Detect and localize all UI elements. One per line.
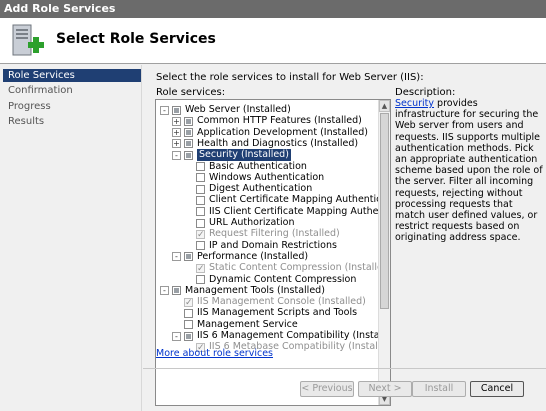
tree-item[interactable]: Static Content Compression (Installed) xyxy=(184,262,391,275)
role-services-tree[interactable]: - Web Server (Installed) + Common HTTP Feat… xyxy=(155,99,391,406)
more-about-role-services-link[interactable]: More about role services xyxy=(156,348,273,359)
tree-item-label: Dynamic Content Compression xyxy=(209,273,357,285)
tree-item-label: Management Service xyxy=(197,318,298,330)
main-content: Select the role services to install for … xyxy=(143,65,546,406)
tree-item[interactable]: - Security (Installed) xyxy=(172,148,292,163)
tree-item-label: Digest Authentication xyxy=(209,183,313,195)
collapse-icon[interactable]: - xyxy=(172,252,181,262)
install-button[interactable]: Install xyxy=(412,381,466,397)
cancel-button[interactable]: Cancel xyxy=(470,381,524,397)
tree-item-label: Management Tools (Installed) xyxy=(185,284,325,296)
tree-item-label: Performance (Installed) xyxy=(197,250,309,262)
tree-item-label: IP and Domain Restrictions xyxy=(209,239,337,251)
tree-item[interactable]: IIS Management Scripts and Tools xyxy=(172,307,357,319)
tree-item-label: IIS Management Console (Installed) xyxy=(197,296,366,308)
tree-item-label: Client Certificate Mapping Authenticatio… xyxy=(209,194,391,206)
footer-divider xyxy=(143,368,546,369)
tree-item-label: IIS Management Scripts and Tools xyxy=(197,307,358,319)
window-title: Add Role Services xyxy=(4,2,116,15)
expand-icon[interactable]: + xyxy=(172,139,181,149)
tree-item-checkbox[interactable] xyxy=(196,218,205,228)
tree-item-checkbox[interactable] xyxy=(172,286,181,296)
tree-scrollbar[interactable]: ▲ ▼ xyxy=(378,100,390,405)
tree-item-checkbox[interactable] xyxy=(196,173,205,183)
tree-item-checkbox[interactable] xyxy=(184,320,193,330)
scrollbar-thumb[interactable] xyxy=(380,113,389,309)
nav-item-results[interactable]: Results xyxy=(3,115,141,128)
tree-item-checkbox[interactable] xyxy=(184,150,193,160)
tree-item-label: URL Authorization xyxy=(209,217,295,228)
page-title: Select Role Services xyxy=(56,31,216,47)
tree-item-checkbox[interactable] xyxy=(196,275,205,284)
tree-item-checkbox[interactable] xyxy=(196,184,205,194)
tree-item[interactable]: - Web Server (Installed) xyxy=(160,104,291,116)
tree-item[interactable]: + Application Development (Installed) xyxy=(172,127,368,139)
tree-item-checkbox[interactable] xyxy=(184,308,193,318)
tree-item[interactable]: IP and Domain Restrictions xyxy=(184,240,337,252)
description-title: Description: xyxy=(395,87,456,98)
tree-item-label: Static Content Compression (Installed) xyxy=(209,262,391,274)
tree-item-label: Common HTTP Features (Installed) xyxy=(197,115,362,127)
window-title-bar: Add Role Services xyxy=(0,0,546,18)
tree-item-checkbox[interactable] xyxy=(172,105,181,115)
tree-item[interactable]: IIS Client Certificate Mapping Authentic… xyxy=(184,205,390,218)
tree-item-checkbox[interactable] xyxy=(196,241,205,251)
tree-item-label: Web Server (Installed) xyxy=(185,104,291,115)
previous-button[interactable]: < Previous xyxy=(300,381,354,397)
instruction-text: Select the role services to install for … xyxy=(156,72,424,83)
server-add-icon xyxy=(12,24,44,56)
expand-icon[interactable]: + xyxy=(172,116,181,126)
tree-item[interactable]: Request Filtering (Installed) xyxy=(184,228,340,241)
tree-item[interactable]: - IIS 6 Management Compatibility (Install… xyxy=(172,330,391,342)
scroll-up-icon[interactable]: ▲ xyxy=(379,100,390,112)
tree-item[interactable]: - Performance (Installed) xyxy=(172,251,308,263)
description-link[interactable]: Security xyxy=(395,98,434,109)
tree-item[interactable]: Windows Authentication xyxy=(184,172,324,184)
tree-item[interactable]: + Common HTTP Features (Installed) xyxy=(172,115,362,127)
nav-item-progress[interactable]: Progress xyxy=(3,100,141,113)
tree-item-label: Request Filtering (Installed) xyxy=(209,228,340,240)
tree-item-checkbox xyxy=(184,297,193,309)
tree-item[interactable]: Digest Authentication xyxy=(184,183,312,195)
tree-item-checkbox[interactable] xyxy=(184,139,193,149)
tree-item-checkbox[interactable] xyxy=(184,252,193,262)
wizard-banner: Select Role Services xyxy=(0,18,546,64)
tree-item-checkbox xyxy=(196,263,205,275)
tree-item-label: Application Development (Installed) xyxy=(197,126,368,138)
nav-item-confirmation[interactable]: Confirmation xyxy=(3,84,141,97)
tree-item[interactable]: + Health and Diagnostics (Installed) xyxy=(172,138,358,150)
tree-item-label: Security (Installed) xyxy=(196,148,292,163)
nav-item-role-services[interactable]: Role Services xyxy=(3,69,141,82)
collapse-icon[interactable]: - xyxy=(160,105,169,115)
expand-icon[interactable]: + xyxy=(172,128,181,138)
tree-item-label: IIS 6 Management Compatibility (Installe… xyxy=(197,330,391,341)
tree-item-checkbox[interactable] xyxy=(184,128,193,138)
description-body: provides infrastructure for securing the… xyxy=(395,98,543,244)
tree-item[interactable]: Basic Authentication xyxy=(184,161,307,173)
tree-item-checkbox[interactable] xyxy=(196,162,205,171)
description-text: Security provides infrastructure for sec… xyxy=(395,98,543,244)
tree-item[interactable]: URL Authorization xyxy=(184,217,295,229)
next-button[interactable]: Next > xyxy=(358,381,412,397)
wizard-nav: Role Services Confirmation Progress Resu… xyxy=(0,65,142,411)
tree-item-checkbox[interactable] xyxy=(184,116,193,126)
tree-item-checkbox[interactable] xyxy=(196,195,205,205)
collapse-icon[interactable]: - xyxy=(160,286,169,296)
tree-item-label: Windows Authentication xyxy=(209,171,325,183)
tree-item-checkbox xyxy=(196,229,205,241)
tree-item[interactable]: Management Service xyxy=(172,319,298,331)
tree-item-checkbox[interactable] xyxy=(196,207,205,217)
tree-item[interactable]: - Management Tools (Installed) xyxy=(160,285,325,297)
tree-item-label: Health and Diagnostics (Installed) xyxy=(197,137,359,149)
tree-item-checkbox[interactable] xyxy=(184,331,193,341)
role-services-label: Role services: xyxy=(156,87,226,98)
tree-item[interactable]: Client Certificate Mapping Authenticatio… xyxy=(184,194,391,206)
tree-item[interactable]: Dynamic Content Compression xyxy=(184,274,356,286)
tree-item[interactable]: IIS Management Console (Installed) xyxy=(172,296,366,309)
collapse-icon[interactable]: - xyxy=(172,150,181,160)
tree-item-label: Basic Authentication xyxy=(209,160,307,172)
tree-item-label: IIS Client Certificate Mapping Authentic… xyxy=(209,205,390,217)
collapse-icon[interactable]: - xyxy=(172,331,181,341)
